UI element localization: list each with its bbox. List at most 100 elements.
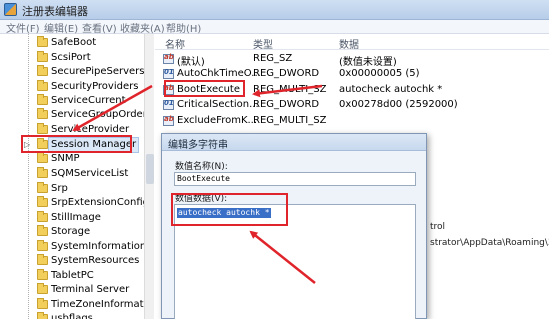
binary-value-icon — [163, 68, 174, 79]
value-type: REG_MULTI_SZ — [253, 84, 327, 95]
folder-icon — [37, 254, 48, 265]
window-title: 注册表编辑器 — [22, 5, 88, 18]
value-row-excludefromk[interactable]: ExcludeFromK... REG_MULTI_SZ — [155, 114, 549, 129]
value-data-fragment: strator\AppData\Roaming\3 — [430, 238, 549, 248]
tree-item-label: SNMP — [51, 153, 80, 164]
tree-item-label: StillImage — [51, 212, 101, 223]
value-name: AutoChkTimeO... — [177, 68, 261, 79]
tree-item-timezoneinformation[interactable]: TimeZoneInformation — [0, 298, 153, 312]
folder-icon — [37, 225, 48, 236]
registry-key-tree[interactable]: SafeBoot ScsiPort SecurePipeServers Secu… — [0, 34, 154, 319]
menu-file[interactable]: 文件(F) — [6, 20, 40, 35]
tree-item-terminal-server[interactable]: Terminal Server — [0, 283, 150, 297]
value-data: 0x00278d00 (2592000) — [339, 99, 458, 110]
value-type: REG_SZ — [253, 53, 293, 64]
folder-icon — [37, 65, 48, 76]
tree-item-servicegrouporder[interactable]: ServiceGroupOrder — [0, 108, 150, 122]
dialog-title-bar[interactable]: 编辑多字符串 — [162, 134, 426, 151]
list-header: 名称 类型 数据 — [155, 34, 549, 51]
value-name-label: 数值名称(N): — [175, 162, 228, 172]
folder-icon — [37, 240, 48, 251]
menu-help[interactable]: 帮助(H) — [166, 20, 201, 35]
folder-icon — [37, 80, 48, 91]
annotation-box-value-data — [171, 193, 288, 226]
value-type: REG_DWORD — [253, 68, 320, 79]
value-data: 0x00000005 (5) — [339, 68, 420, 79]
folder-icon — [37, 298, 48, 309]
value-row-criticalsection[interactable]: CriticalSection... REG_DWORD 0x00278d00 … — [155, 98, 549, 113]
value-name-field[interactable]: BootExecute — [174, 172, 416, 186]
tree-item-securityproviders[interactable]: SecurityProviders — [0, 80, 150, 94]
folder-icon — [37, 36, 48, 47]
value-row-default[interactable]: (默认) REG_SZ (数值未设置) — [155, 52, 549, 68]
tree-item-label: Srp — [51, 183, 68, 194]
edit-multi-string-dialog: 编辑多字符串 数值名称(N): BootExecute 数值数据(V): aut… — [161, 133, 427, 319]
binary-value-icon — [163, 99, 174, 110]
tree-item-systemresources[interactable]: SystemResources — [0, 254, 150, 268]
tree-item-label: SQMServiceList — [51, 168, 129, 179]
value-type: REG_DWORD — [253, 99, 320, 110]
tree-item-label: SecurityProviders — [51, 81, 139, 92]
tree-item-sqmservicelist[interactable]: SQMServiceList — [0, 167, 150, 181]
title-bar: 注册表编辑器 — [0, 0, 549, 20]
tree-item-srp[interactable]: Srp — [0, 182, 150, 196]
annotation-box-bootexecute — [164, 80, 245, 97]
value-name: ExcludeFromK... — [177, 115, 258, 126]
folder-icon — [37, 211, 48, 222]
folder-icon — [37, 152, 48, 163]
tree-scrollbar[interactable] — [144, 34, 154, 319]
value-name: CriticalSection... — [177, 99, 259, 110]
folder-icon — [37, 269, 48, 280]
annotation-box-session-manager — [21, 135, 132, 153]
column-header-type[interactable]: 类型 — [253, 36, 273, 51]
folder-icon — [37, 312, 48, 319]
value-data: autocheck autochk * — [339, 84, 443, 95]
tree-item-srpextensionconfig[interactable]: SrpExtensionConfig — [0, 196, 150, 210]
folder-icon — [37, 51, 48, 62]
folder-icon — [37, 108, 48, 119]
tree-item-label: ServiceGroupOrder — [51, 109, 147, 120]
folder-icon — [37, 196, 48, 207]
tree-item-label: Storage — [51, 226, 91, 237]
tree-item-label: SafeBoot — [51, 37, 97, 48]
tree-item-storage[interactable]: Storage — [0, 225, 150, 239]
tree-item-label: ServiceCurrent — [51, 95, 126, 106]
tree-item-label: TimeZoneInformation — [51, 299, 154, 310]
tree-item-label: TabletPC — [51, 270, 94, 281]
folder-icon — [37, 182, 48, 193]
value-data: (数值未设置) — [339, 57, 397, 68]
column-header-data[interactable]: 数据 — [339, 36, 359, 51]
scrollbar-thumb[interactable] — [146, 154, 154, 184]
tree-item-label: SystemResources — [51, 255, 140, 266]
string-value-icon — [163, 115, 174, 126]
tree-item-scsiport[interactable]: ScsiPort — [0, 51, 150, 65]
tree-item-label: SrpExtensionConfig — [51, 197, 149, 208]
tree-item-usbflags[interactable]: usbflags — [0, 312, 150, 319]
value-data-fragment: trol — [430, 222, 446, 232]
menu-favorites[interactable]: 收藏夹(A) — [120, 20, 165, 35]
folder-icon — [37, 167, 48, 178]
tree-item-label: Terminal Server — [51, 284, 130, 295]
tree-item-label: ScsiPort — [51, 52, 91, 63]
dialog-title: 编辑多字符串 — [168, 140, 228, 151]
column-header-name[interactable]: 名称 — [165, 36, 185, 51]
tree-item-snmp[interactable]: SNMP — [0, 152, 150, 166]
tree-item-safeboot[interactable]: SafeBoot — [0, 36, 150, 50]
regedit-app-icon — [4, 3, 17, 16]
value-name: (默认) — [177, 57, 205, 68]
menu-view[interactable]: 查看(V) — [82, 20, 117, 35]
menu-bar: 文件(F) 编辑(E) 查看(V) 收藏夹(A) 帮助(H) — [0, 20, 549, 35]
tree-item-servicecurrent[interactable]: ServiceCurrent — [0, 94, 150, 108]
tree-item-label: usbflags — [51, 313, 93, 319]
folder-icon — [37, 123, 48, 134]
string-value-icon — [163, 53, 174, 64]
tree-item-label: SystemInformation — [51, 241, 147, 252]
tree-item-securepipeservers[interactable]: SecurePipeServers — [0, 65, 150, 79]
value-type: REG_MULTI_SZ — [253, 115, 327, 126]
tree-item-systeminformation[interactable]: SystemInformation — [0, 240, 150, 254]
menu-edit[interactable]: 编辑(E) — [44, 20, 78, 35]
tree-item-tabletpc[interactable]: TabletPC — [0, 269, 150, 283]
tree-item-label: SecurePipeServers — [51, 66, 145, 77]
folder-icon — [37, 94, 48, 105]
tree-item-stillimage[interactable]: StillImage — [0, 211, 150, 225]
